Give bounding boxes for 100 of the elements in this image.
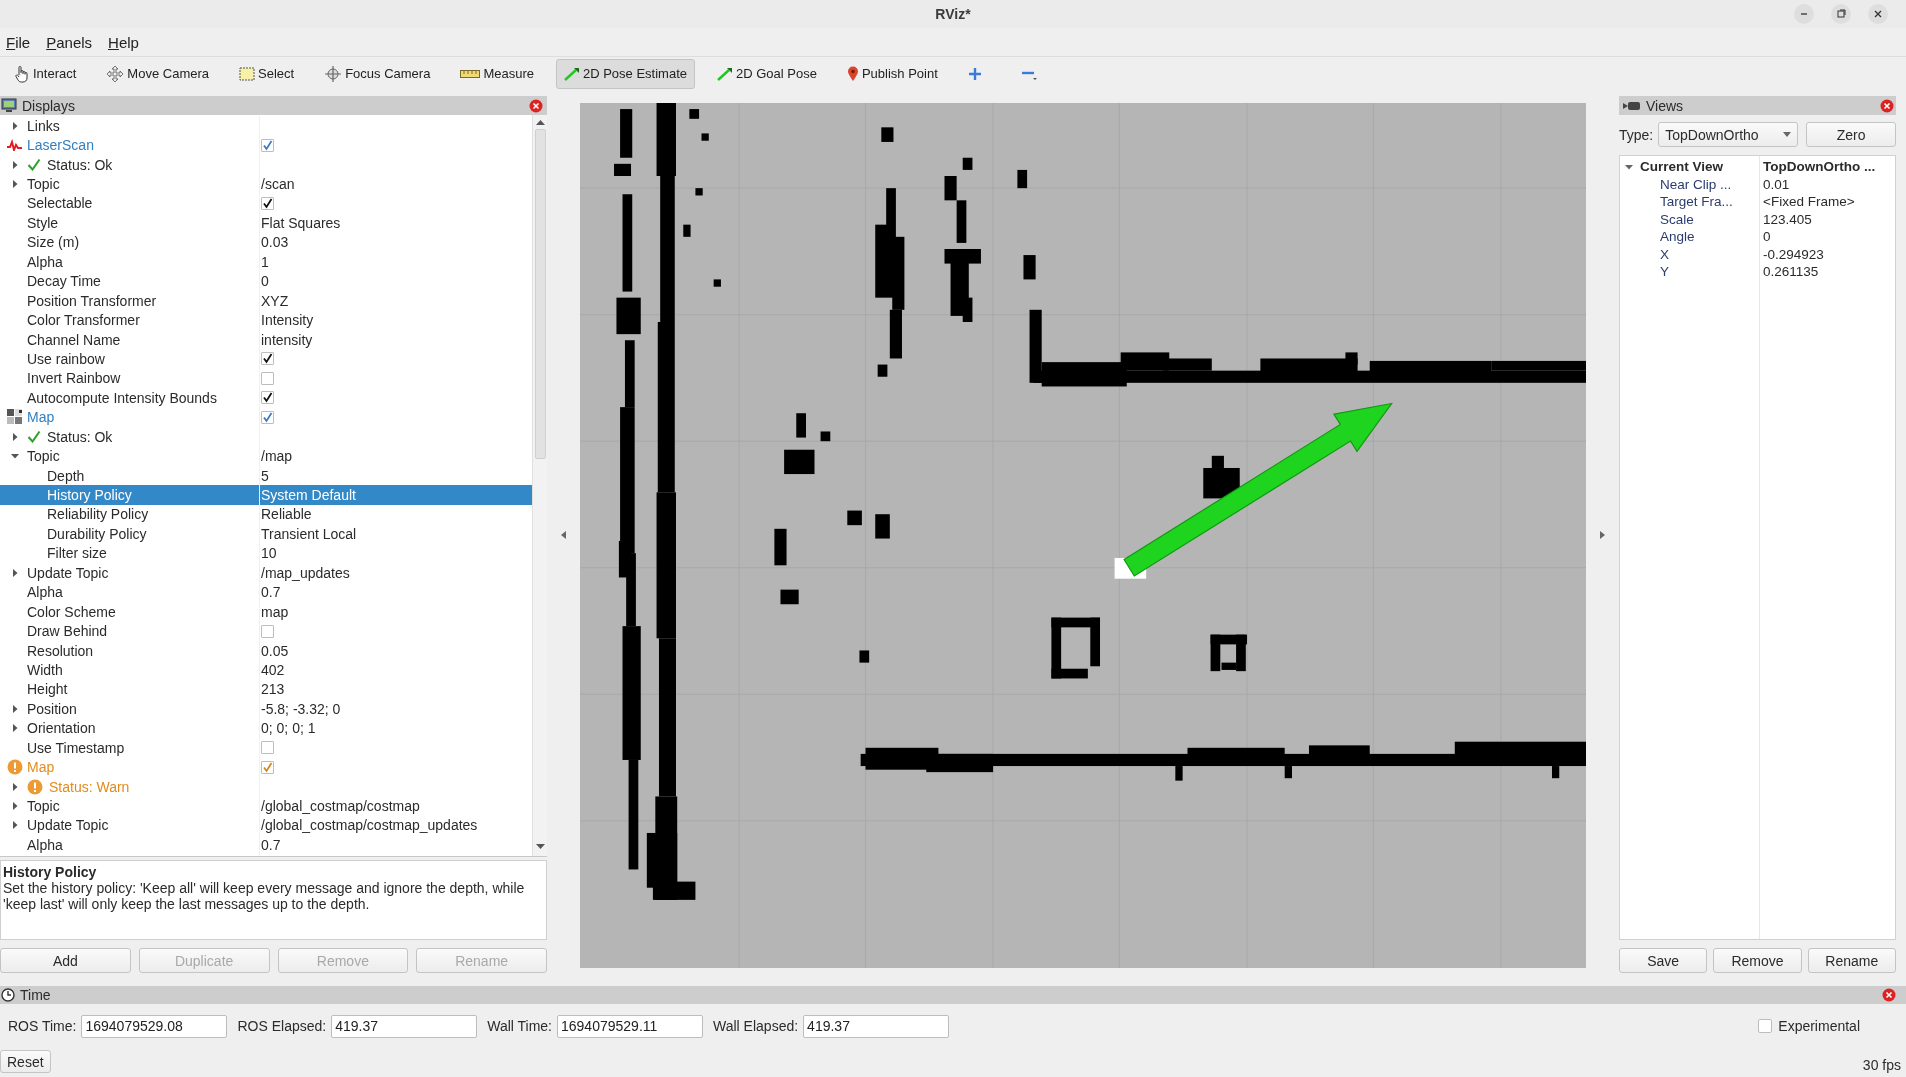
tree-row[interactable]: Use rainbow: [0, 349, 532, 369]
tree-row[interactable]: Target Fra... <Fixed Frame>: [1620, 193, 1895, 211]
tree-row[interactable]: LaserScan: [0, 135, 532, 155]
property-name: Color Transformer: [27, 312, 140, 329]
status-label: Status: Ok: [47, 428, 113, 445]
zero-button[interactable]: Zero: [1806, 122, 1896, 147]
expand-toggle-icon[interactable]: [11, 821, 19, 830]
checkbox[interactable]: [261, 760, 274, 774]
property-name: Durability Policy: [47, 525, 147, 542]
property-name: Autocompute Intensity Bounds: [27, 389, 217, 406]
property-name: Filter size: [47, 545, 107, 562]
property-value: 0; 0; 0; 1: [261, 720, 316, 737]
expand-toggle-icon[interactable]: [11, 802, 19, 811]
collapse-right-icon[interactable]: [1600, 531, 1605, 539]
collapse-left-icon[interactable]: [561, 531, 566, 539]
tree-row[interactable]: X -0.294923: [1620, 245, 1895, 263]
checkbox[interactable]: [261, 196, 274, 210]
expand-toggle-icon[interactable]: [11, 782, 19, 791]
property-value: Intensity: [261, 312, 314, 329]
property-name: Width: [27, 661, 63, 678]
close-icon[interactable]: [529, 98, 543, 113]
checkbox[interactable]: [261, 741, 274, 755]
checkbox[interactable]: [261, 371, 274, 385]
menu-item[interactable]: Panels: [46, 33, 93, 51]
field-label: Wall Time:: [487, 1018, 552, 1034]
tool-button[interactable]: 2D Pose Estimate: [555, 58, 695, 89]
expand-toggle-icon[interactable]: [11, 180, 19, 189]
property-value: 213: [261, 681, 285, 698]
checkbox[interactable]: [261, 391, 274, 405]
panel-button[interactable]: Add: [0, 948, 131, 973]
property-name: X: [1660, 246, 1669, 262]
expand-toggle-icon[interactable]: [11, 160, 19, 169]
tool-button[interactable]: Focus Camera: [316, 58, 439, 89]
scroll-down-icon[interactable]: [535, 844, 545, 850]
tree-row[interactable]: Use Timestamp: [0, 738, 532, 758]
property-name: Near Clip ...: [1660, 176, 1732, 192]
menu-item[interactable]: File: [6, 33, 31, 51]
property-value: /scan: [261, 176, 295, 193]
minimize-button[interactable]: [1794, 4, 1814, 24]
property-value: 10: [261, 545, 277, 562]
expand-toggle-icon[interactable]: [11, 452, 19, 461]
display-name: Map: [27, 409, 55, 426]
property-name: Use Timestamp: [27, 739, 125, 756]
property-name: Reliability Policy: [47, 506, 149, 523]
checkbox[interactable]: [261, 352, 274, 366]
checkbox[interactable]: [261, 410, 274, 424]
property-value: -0.294923: [1762, 246, 1824, 262]
checkbox-label: Experimental: [1778, 1018, 1860, 1034]
panel-button[interactable]: Remove: [1713, 948, 1802, 973]
camera-icon: [1623, 100, 1641, 111]
tree-row[interactable]: Y 0.261135: [1620, 263, 1895, 281]
close-icon[interactable]: [1880, 98, 1894, 113]
scrollbar[interactable]: [532, 115, 547, 856]
tool-button[interactable]: 2D Goal Pose: [709, 58, 825, 89]
expand-toggle-icon[interactable]: [1625, 162, 1633, 171]
close-button[interactable]: [1868, 4, 1888, 24]
panel-button[interactable]: Rename: [1807, 948, 1896, 973]
tree-row[interactable]: Current View TopDownOrtho ...: [1620, 158, 1895, 176]
checkbox[interactable]: [1758, 1019, 1773, 1033]
property-value: 0.03: [261, 234, 289, 251]
time-field[interactable]: 1694079529.08: [81, 1014, 228, 1038]
tree-row[interactable]: Near Clip ... 0.01: [1620, 175, 1895, 193]
monitor-icon: [1, 98, 17, 113]
panel-button[interactable]: Save: [1619, 948, 1708, 973]
type-dropdown[interactable]: TopDownOrtho: [1658, 122, 1799, 147]
checkbox[interactable]: [261, 624, 274, 638]
expand-toggle-icon[interactable]: [11, 704, 19, 713]
tool-button[interactable]: Publish Point: [838, 58, 946, 89]
tool-button[interactable]: Move Camera: [98, 58, 217, 89]
reset-button[interactable]: Reset: [0, 1050, 51, 1073]
tree-row[interactable]: History Policy System Default: [0, 485, 532, 505]
menu-item[interactable]: Help: [108, 33, 139, 51]
tree-row[interactable]: Scale 123.405: [1620, 210, 1895, 228]
scroll-up-icon[interactable]: [535, 119, 545, 125]
description-text: Set the history policy: 'Keep all' will keep every message and ignore the depth, while 'keep last' will only keep the last messages up to the depth.: [3, 880, 525, 912]
tool-button[interactable]: Measure: [452, 58, 542, 89]
expand-toggle-icon[interactable]: [11, 121, 19, 130]
property-value: map: [261, 603, 289, 620]
panel-title: Views: [1646, 97, 1685, 114]
time-field[interactable]: 1694079529.11: [557, 1014, 703, 1038]
tree-row[interactable]: Angle 0: [1620, 228, 1895, 246]
tool-button[interactable]: Interact: [6, 58, 85, 89]
tool-button[interactable]: Select: [231, 58, 303, 89]
time-field[interactable]: 419.37: [803, 1014, 950, 1038]
pose-arrow[interactable]: [1123, 402, 1393, 577]
expand-toggle-icon[interactable]: [11, 432, 19, 441]
maximize-button[interactable]: [1831, 4, 1851, 24]
checkbox[interactable]: [261, 138, 274, 152]
hand-icon: [14, 64, 30, 83]
tree-row[interactable]: Map: [0, 407, 532, 427]
tree-row[interactable]: Draw Behind: [0, 621, 532, 641]
close-icon[interactable]: [1882, 988, 1896, 1002]
tree-row[interactable]: Autocompute Intensity Bounds: [0, 388, 532, 408]
description-title: History Policy: [3, 864, 98, 880]
time-field[interactable]: 419.37: [331, 1014, 478, 1038]
expand-toggle-icon[interactable]: [11, 568, 19, 577]
property-name: Topic: [27, 448, 60, 465]
property-value: 0.261135: [1762, 264, 1819, 280]
expand-toggle-icon[interactable]: [11, 724, 19, 733]
property-value: 402: [261, 661, 285, 678]
